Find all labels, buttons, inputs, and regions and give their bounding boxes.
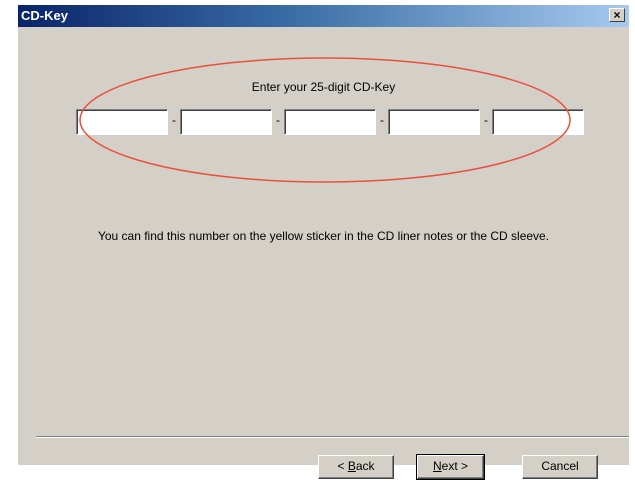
back-label-rest: ack	[355, 459, 375, 473]
next-label-mnemonic: N	[432, 459, 442, 473]
close-icon: ×	[613, 8, 621, 22]
key-separator: -	[276, 113, 280, 127]
back-label-prefix: <	[337, 459, 348, 473]
key-separator: -	[172, 113, 176, 127]
footer-divider	[36, 436, 629, 438]
title-bar: CD-Key ×	[18, 5, 629, 27]
close-button[interactable]: ×	[609, 8, 625, 22]
next-label-rest: ext >	[441, 459, 469, 473]
key-separator: -	[484, 113, 488, 127]
cd-key-field-3[interactable]	[284, 109, 376, 135]
next-button[interactable]: Next >	[416, 454, 485, 480]
cd-key-field-2[interactable]	[180, 109, 272, 135]
back-button[interactable]: < Back	[318, 455, 394, 479]
window-title: CD-Key	[21, 8, 68, 23]
key-separator: -	[380, 113, 384, 127]
back-label-mnemonic: B	[347, 459, 356, 473]
cancel-button[interactable]: Cancel	[522, 455, 598, 479]
cd-key-dialog: CD-Key × Enter your 25-digit CD-Key - - …	[18, 5, 629, 480]
cd-key-field-1[interactable]	[76, 109, 168, 135]
cd-key-prompt: Enter your 25-digit CD-Key	[251, 80, 396, 94]
cd-key-field-4[interactable]	[388, 109, 480, 135]
cd-key-location-hint: You can find this number on the yellow s…	[97, 229, 550, 243]
cancel-label: Cancel	[541, 459, 579, 473]
cd-key-field-5[interactable]	[492, 109, 584, 135]
